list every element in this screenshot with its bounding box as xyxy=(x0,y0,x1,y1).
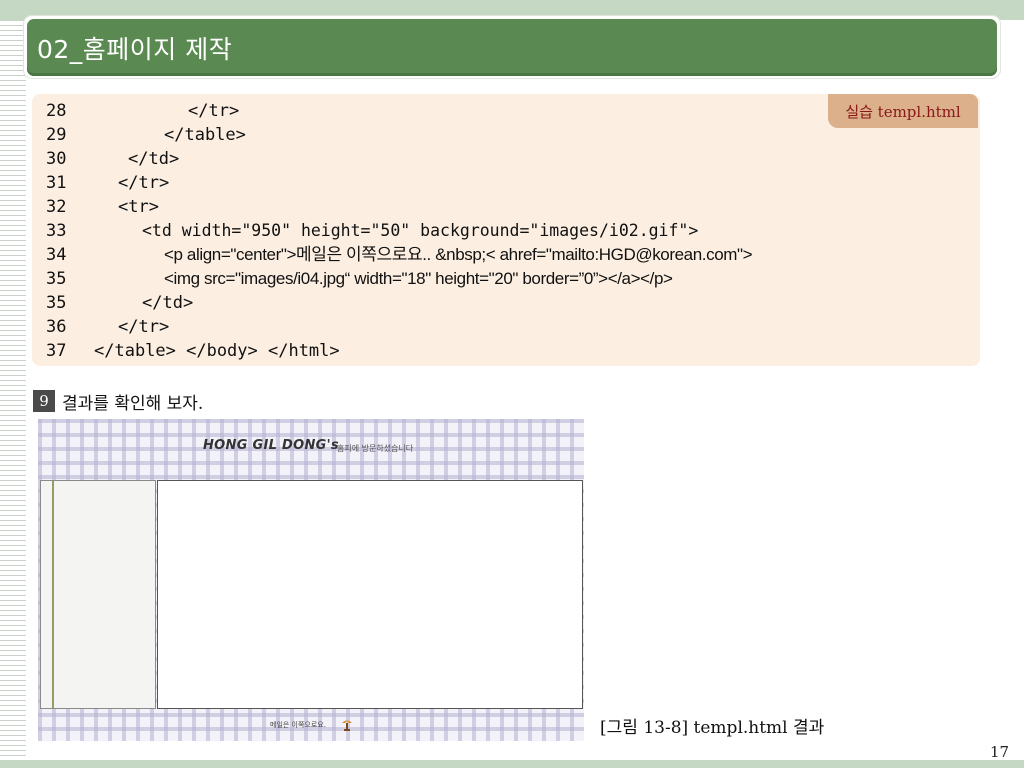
step-number-badge: 9 xyxy=(33,390,55,412)
line-text: <td width="950" height="50" background="… xyxy=(142,221,699,240)
left-stripe-decoration xyxy=(0,20,26,758)
preview-site-title: HONG GIL DONG's xyxy=(203,438,339,453)
line-number: 31 xyxy=(46,173,67,193)
preview-mail-text: 메일은 이쪽으로요. xyxy=(270,721,326,729)
line-text: </tr> xyxy=(118,173,170,193)
line-number: 32 xyxy=(46,197,67,217)
preview-left-divider xyxy=(52,481,54,708)
code-line: 29 </table> xyxy=(46,123,926,147)
step-text: 결과를 확인해 보자. xyxy=(62,393,204,414)
line-number: 30 xyxy=(46,149,67,169)
code-line: 32 <tr> xyxy=(46,195,926,219)
line-text: </tr> xyxy=(118,317,170,337)
code-line: 36 </tr> xyxy=(46,315,926,339)
line-text: <tr> xyxy=(118,197,159,217)
preview-left-panel xyxy=(40,480,156,709)
code-line: 34 <p align="center">메일은 이쪽으로요.. &nbsp;< … xyxy=(46,243,926,267)
code-line: 30 </td> xyxy=(46,147,926,171)
line-number: 37 xyxy=(46,341,67,361)
mail-icon xyxy=(342,720,352,731)
slide-title: 02_홈페이지 제작 xyxy=(37,35,233,64)
figure-caption: [그림 13-8] templ.html 결과 xyxy=(600,718,825,738)
line-number: 35 xyxy=(46,269,67,289)
code-line: 33 <td width="950" height="50" background… xyxy=(46,219,926,243)
line-text: </tr> xyxy=(188,101,240,121)
line-text: </table> </body> </html> xyxy=(94,341,340,361)
line-number: 36 xyxy=(46,317,67,337)
line-number: 34 xyxy=(46,245,67,265)
preview-content-area xyxy=(157,480,583,709)
line-text: </table> xyxy=(164,125,246,145)
page-number: 17 xyxy=(990,743,1010,761)
preview-welcome-text: 홈피에 방문하셨습니다 xyxy=(337,444,414,453)
line-number: 28 xyxy=(46,101,67,121)
line-number: 33 xyxy=(46,221,67,241)
line-text: <img src="images/i04.jpg“ width="18" hei… xyxy=(164,269,673,288)
line-text: </td> xyxy=(142,293,194,313)
code-line: 28 </tr> xyxy=(46,99,926,123)
line-text: </td> xyxy=(128,149,180,169)
code-line: 31 </tr> xyxy=(46,171,926,195)
line-text: <p align="center">메일은 이쪽으로요.. &nbsp;< ah… xyxy=(164,245,753,264)
code-line: 35 </td> xyxy=(46,291,926,315)
code-listing: 28 </tr> 29 </table> 30 </td> 31 </tr> 32 <tr… xyxy=(46,99,926,363)
line-number: 29 xyxy=(46,125,67,145)
code-line: 35 <img src="images/i04.jpg“ width="18" h… xyxy=(46,267,926,291)
bottom-decoration-band xyxy=(0,760,1024,768)
line-number: 35 xyxy=(46,293,67,313)
step-instruction: 9 결과를 확인해 보자. xyxy=(33,389,204,414)
code-line: 37 </table> </body> </html> xyxy=(46,339,926,363)
